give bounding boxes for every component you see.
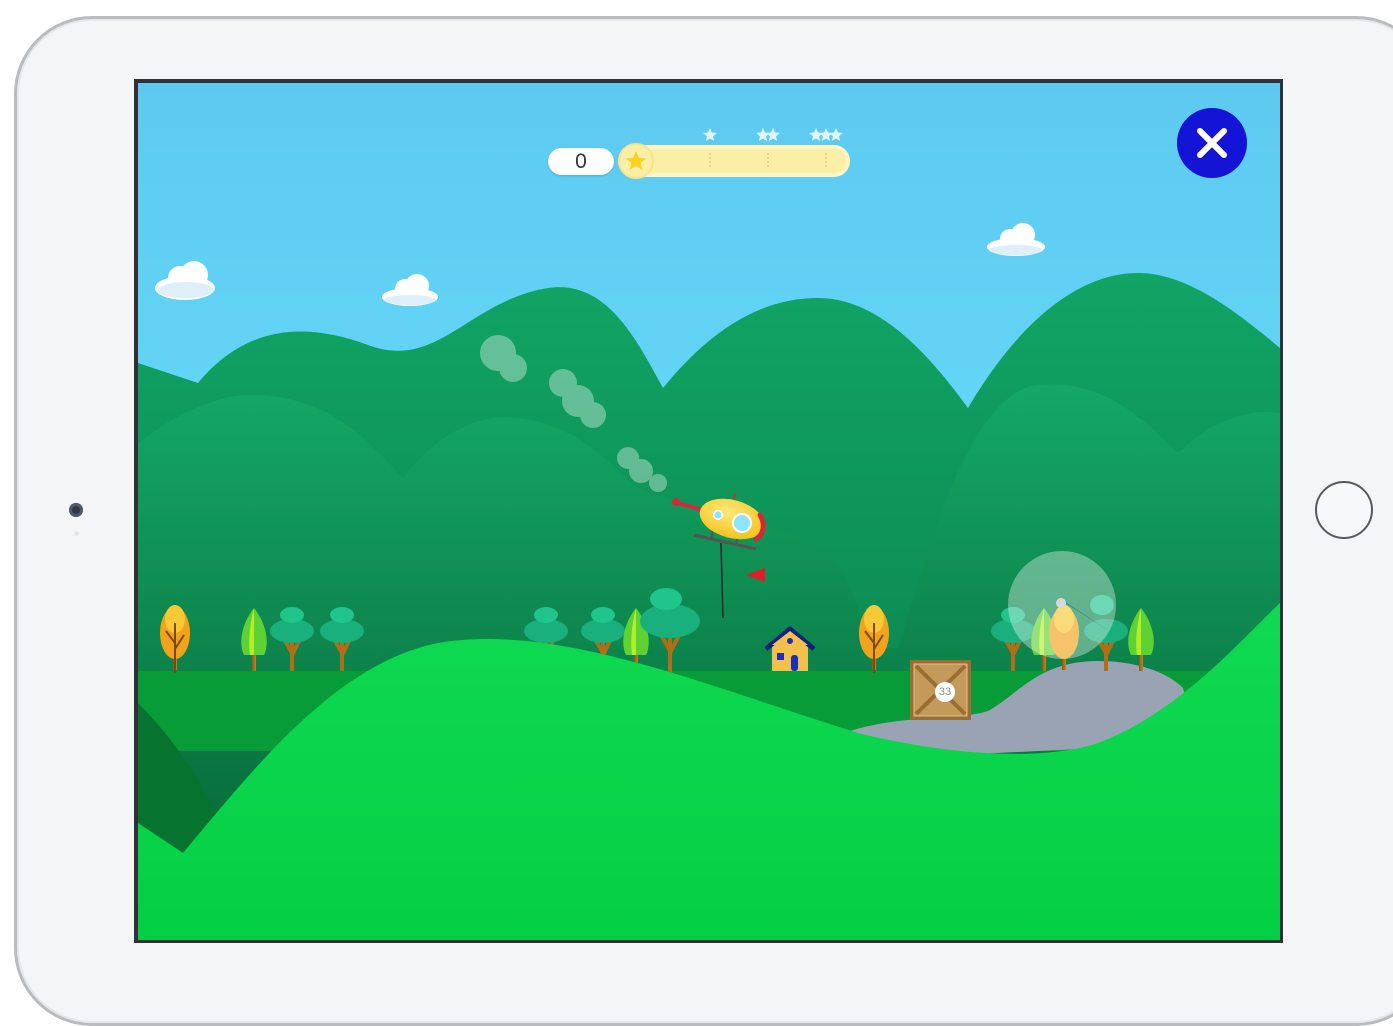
progress-bar — [618, 143, 850, 179]
ambient-sensor — [74, 531, 79, 536]
score-counter: 0 — [548, 148, 614, 175]
game-scene[interactable]: 0 33 — [138, 83, 1280, 940]
crate-number: 33 — [935, 682, 955, 702]
game-world — [138, 83, 1280, 940]
front-camera — [69, 503, 83, 517]
close-button[interactable] — [1177, 108, 1247, 178]
close-icon — [1197, 128, 1227, 158]
screen: 0 33 — [134, 79, 1283, 943]
home-button[interactable] — [1315, 481, 1373, 539]
direction-indicator-icon — [1008, 551, 1116, 659]
